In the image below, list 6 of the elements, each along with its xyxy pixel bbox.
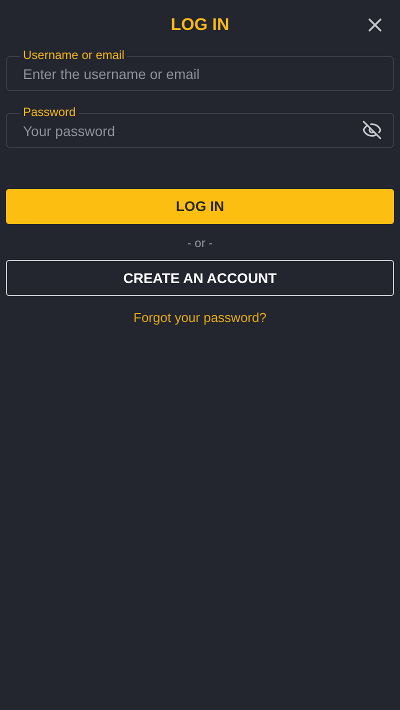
separator-text: - or -	[187, 235, 213, 252]
eye-off-icon[interactable]	[362, 120, 382, 140]
login-button[interactable]: LOG IN	[6, 189, 394, 224]
create-account-button[interactable]: CREATE AN ACCOUNT	[6, 260, 394, 296]
forgot-password-link[interactable]: Forgot your password?	[134, 308, 266, 328]
dialog-title: LOG IN	[170, 14, 230, 36]
